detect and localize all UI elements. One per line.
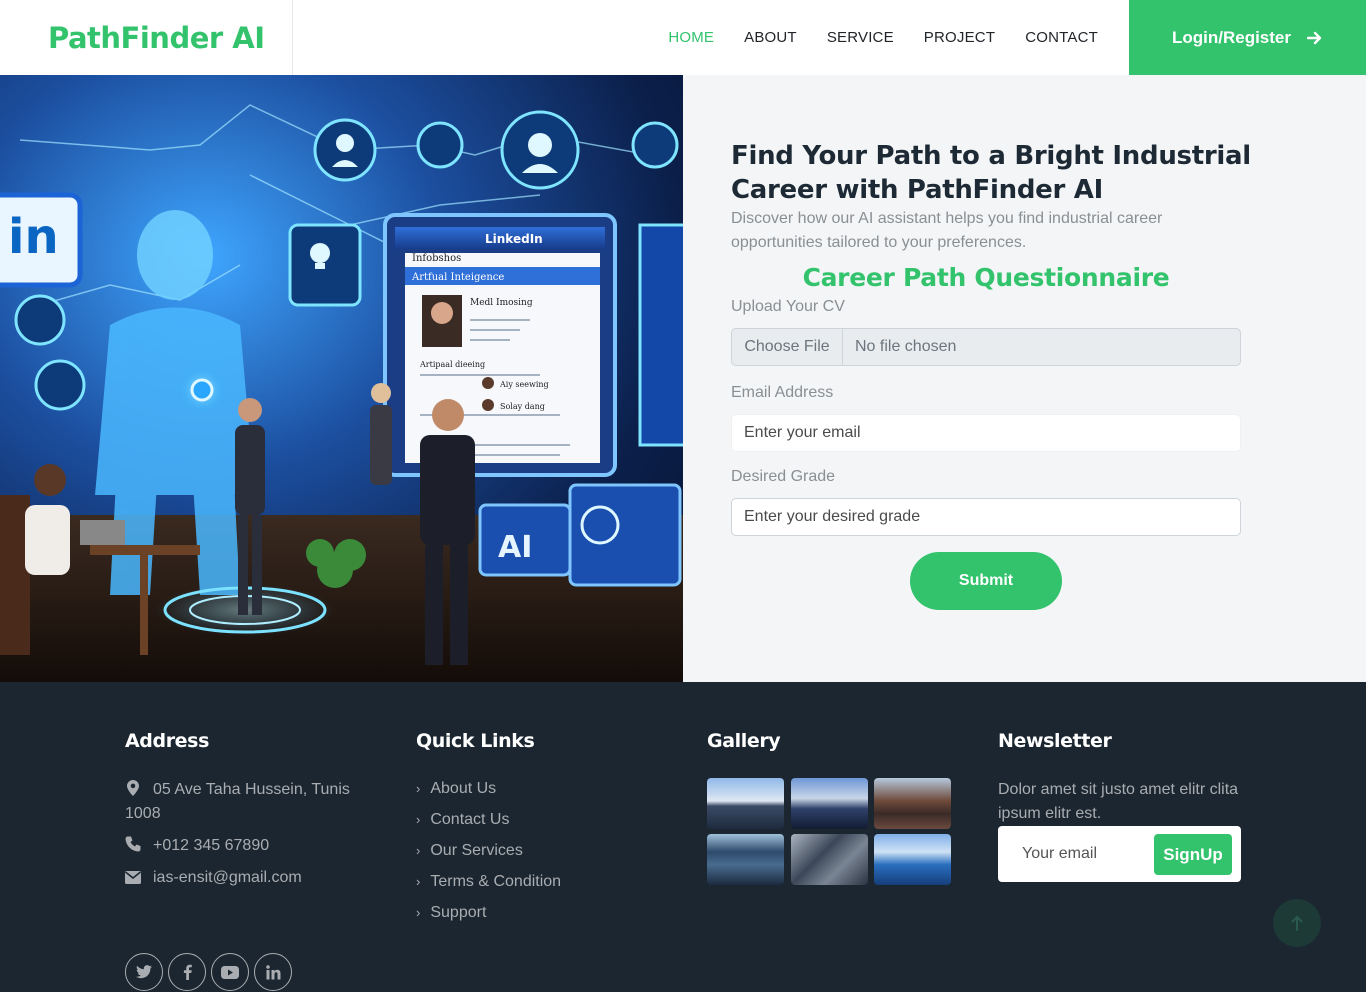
- cv-file-input[interactable]: Choose File No file chosen: [731, 328, 1241, 366]
- screen-line-3: Medl Imosing: [470, 298, 533, 308]
- footer-link-label: Terms & Condition: [430, 873, 562, 890]
- nav-home[interactable]: HOME: [668, 29, 714, 46]
- address-heading: Address: [125, 730, 209, 752]
- twitter-button[interactable]: [125, 953, 163, 991]
- screen-line-1: Infobshos: [412, 253, 461, 264]
- nav-contact[interactable]: CONTACT: [1025, 29, 1098, 46]
- gallery-thumbnail-2[interactable]: [791, 778, 868, 829]
- youtube-button[interactable]: [211, 953, 249, 991]
- email-text: ias-ensit@gmail.com: [153, 869, 302, 886]
- linkedin-button[interactable]: [254, 953, 292, 991]
- signup-button[interactable]: SignUp: [1154, 834, 1232, 875]
- newsletter-form: SignUp: [998, 826, 1241, 882]
- twitter-icon: [136, 965, 152, 979]
- address-line: 05 Ave Taha Hussein, Tunis 1008: [125, 778, 375, 826]
- newsletter-description: Dolor amet sit justo amet elitr clita ip…: [998, 781, 1239, 822]
- site-footer: Address 05 Ave Taha Hussein, Tunis 1008 …: [0, 682, 1366, 992]
- footer-link-label: Contact Us: [430, 811, 510, 828]
- gallery-thumbnail-5[interactable]: [791, 834, 868, 885]
- screen-header-text: LinkedIn: [485, 232, 543, 246]
- phone-text: +012 345 67890: [153, 837, 270, 854]
- phone-line: +012 345 67890: [125, 834, 375, 858]
- envelope-icon: [125, 871, 141, 884]
- screen-line-6: Solay dang: [500, 402, 545, 411]
- facebook-icon: [183, 964, 192, 980]
- footer-link-label: Support: [430, 904, 487, 921]
- arrow-right-icon: [1307, 31, 1322, 44]
- back-to-top-button[interactable]: [1273, 899, 1321, 947]
- footer-link-label: About Us: [430, 780, 497, 797]
- quick-links-heading: Quick Links: [416, 730, 535, 752]
- nav-service[interactable]: SERVICE: [827, 29, 894, 46]
- gallery-heading: Gallery: [707, 730, 781, 752]
- facebook-button[interactable]: [168, 953, 206, 991]
- file-status: No file chosen: [855, 338, 957, 355]
- hero-title: Find Your Path to a Bright Industrial Ca…: [731, 141, 1251, 205]
- nav-about[interactable]: ABOUT: [744, 29, 797, 46]
- grade-field[interactable]: [731, 498, 1241, 536]
- brand-logo[interactable]: PathFinder AI: [0, 0, 293, 75]
- gallery-thumbnail-1[interactable]: [707, 778, 784, 829]
- brand-name[interactable]: PathFinder AI: [48, 21, 265, 55]
- footer-link-terms[interactable]: › Terms & Condition: [416, 873, 561, 891]
- hero-illustration: in LinkedIn Infobshos Artfual Inteigence…: [0, 75, 683, 682]
- choose-file-button[interactable]: Choose File: [732, 329, 843, 365]
- email-label: Email Address: [731, 384, 834, 401]
- footer-link-contact-us[interactable]: › Contact Us: [416, 811, 509, 829]
- chevron-right-icon: ›: [416, 843, 421, 858]
- footer-link-label: Our Services: [430, 842, 523, 859]
- screen-line-5: Aiy seewing: [499, 380, 549, 389]
- newsletter-heading: Newsletter: [998, 730, 1112, 752]
- youtube-icon: [221, 965, 239, 979]
- footer-link-about-us[interactable]: › About Us: [416, 780, 496, 798]
- footer-gallery-column: Gallery: [707, 730, 957, 950]
- ai-screen-text: AI: [498, 530, 532, 565]
- chevron-right-icon: ›: [416, 781, 421, 796]
- login-register-label: Login/Register: [1171, 27, 1291, 47]
- linkedin-badge-text: in: [8, 209, 59, 265]
- screen-line-4: Artipaal dieeing: [419, 360, 485, 369]
- newsletter-email-input[interactable]: [998, 826, 1148, 882]
- phone-icon: [125, 836, 141, 852]
- gallery-thumbnail-6[interactable]: [874, 834, 951, 885]
- hero-subtitle: Discover how our AI assistant helps you …: [731, 210, 1163, 251]
- chevron-right-icon: ›: [416, 812, 421, 827]
- gallery-thumbnail-4[interactable]: [707, 834, 784, 885]
- linkedin-icon: [265, 964, 280, 979]
- screen-line-2: Artfual Inteigence: [411, 272, 504, 283]
- chevron-right-icon: ›: [416, 874, 421, 889]
- footer-link-our-services[interactable]: › Our Services: [416, 842, 523, 860]
- login-register-button[interactable]: Login/Register: [1129, 0, 1366, 75]
- main-nav: HOME ABOUT SERVICE PROJECT CONTACT: [653, 0, 1113, 75]
- cv-label: Upload Your CV: [731, 298, 845, 315]
- ai-career-illustration: in LinkedIn Infobshos Artfual Inteigence…: [0, 104, 683, 682]
- footer-newsletter-column: Newsletter Dolor amet sit justo amet eli…: [998, 730, 1248, 930]
- footer-quick-links-column: Quick Links › About Us › Contact Us › Our S…: [416, 730, 636, 970]
- footer-link-support[interactable]: › Support: [416, 904, 486, 922]
- arrow-up-icon: [1291, 916, 1303, 931]
- grade-label: Desired Grade: [731, 468, 836, 485]
- nav-project[interactable]: PROJECT: [924, 29, 995, 46]
- top-navbar: PathFinder AI HOME ABOUT SERVICE PROJECT…: [0, 0, 1366, 75]
- map-marker-icon: [127, 780, 139, 796]
- questionnaire-title: Career Path Questionnaire: [802, 263, 1170, 292]
- gallery-thumbnail-3[interactable]: [874, 778, 951, 829]
- email-line: ias-ensit@gmail.com: [125, 866, 375, 890]
- submit-button[interactable]: Submit: [910, 552, 1062, 610]
- email-field[interactable]: [731, 414, 1241, 452]
- chevron-right-icon: ›: [416, 905, 421, 920]
- address-text: 05 Ave Taha Hussein, Tunis 1008: [125, 781, 350, 822]
- footer-address-column: Address 05 Ave Taha Hussein, Tunis 1008 …: [125, 730, 385, 991]
- questionnaire-panel: Find Your Path to a Bright Industrial Ca…: [683, 75, 1366, 682]
